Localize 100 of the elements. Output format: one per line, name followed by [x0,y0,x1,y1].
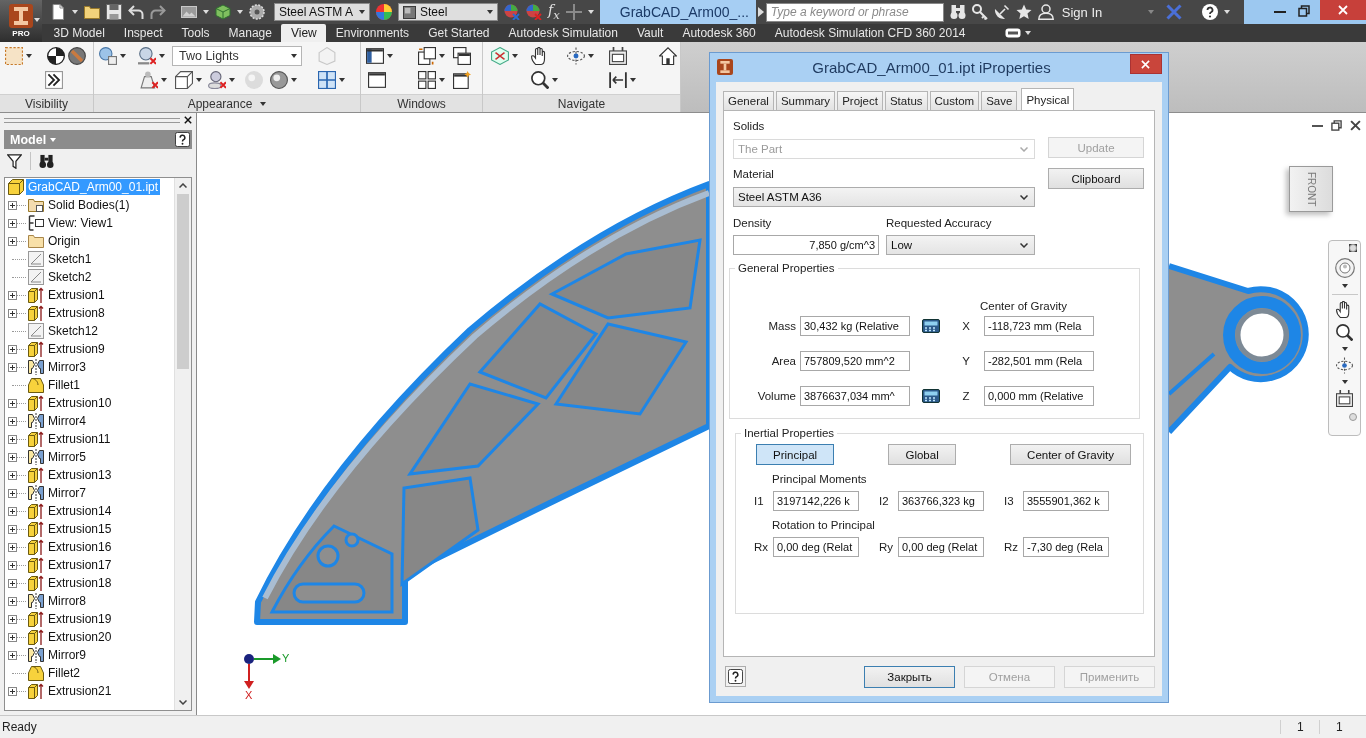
mode-button[interactable]: Principal [756,444,835,465]
document-icon[interactable] [50,4,66,20]
expand-icon[interactable] [8,344,17,354]
cone-cross-icon[interactable] [140,71,158,89]
scrollbar-thumb[interactable] [177,194,189,369]
value-field[interactable]: 30,432 kg (Relative [800,316,910,336]
filter-icon[interactable] [7,153,22,169]
color-ball-icon[interactable] [526,4,542,20]
cascade-windows-icon[interactable] [453,47,471,65]
caret-icon[interactable] [229,78,235,82]
expand-icon[interactable] [8,614,17,624]
ribbon-tab[interactable]: Environments [326,24,419,42]
expand-icon[interactable] [8,416,17,426]
tree-item[interactable]: Extrusion11 [46,431,113,447]
ribbon-tab[interactable]: Vault [627,24,673,42]
capsule-icon[interactable] [1005,28,1022,38]
close-icon[interactable] [184,116,192,124]
caret-icon[interactable] [1025,31,1032,35]
caret-icon[interactable] [439,54,445,58]
caret-icon[interactable] [26,54,32,58]
expand-icon[interactable] [8,200,17,210]
caret-icon[interactable] [339,78,345,82]
person-icon[interactable] [1037,4,1054,20]
accuracy-dropdown[interactable]: Low [886,235,1035,255]
tree-item[interactable]: Sketch1 [46,251,94,267]
tree-item[interactable]: Extrusion20 [46,629,114,645]
lighting-dropdown[interactable]: Two Lights [172,46,302,66]
tree-item[interactable]: Fillet1 [46,377,82,393]
dialog-tab[interactable]: Project [837,91,883,110]
chevron-down-icon[interactable] [179,700,187,705]
caret-icon[interactable] [587,10,594,14]
caret-icon[interactable] [1341,347,1348,351]
tree-item[interactable]: Extrusion15 [46,521,114,537]
color-ball-icon[interactable] [504,4,520,20]
expand-icon[interactable] [8,524,17,534]
expand-icon[interactable] [8,650,17,660]
caret-icon[interactable] [34,18,40,22]
ribbon-tab[interactable]: Get Started [418,24,499,42]
sign-in-button[interactable]: Sign In [1059,4,1105,20]
calculator-icon[interactable] [922,389,940,403]
caret-icon[interactable] [1224,10,1231,14]
caret-icon[interactable] [387,54,393,58]
ribbon-tab[interactable]: 3D Model [44,24,115,42]
tree-item[interactable]: Solid Bodies(1) [46,197,132,213]
binoculars-icon[interactable] [949,4,966,20]
caret-icon[interactable] [1341,284,1348,288]
close-button[interactable] [1320,0,1366,20]
expand-icon[interactable] [8,398,17,408]
double-chevron-icon[interactable] [45,71,63,89]
expand-icon[interactable] [8,686,17,696]
help-icon[interactable] [1202,4,1219,20]
star-icon[interactable] [1015,4,1032,20]
image-icon[interactable] [181,4,197,20]
scrollbar[interactable] [174,178,191,710]
tree-item[interactable]: Extrusion21 [46,683,114,699]
close-icon[interactable] [1350,120,1361,131]
expand-icon[interactable] [8,452,17,462]
caret-icon[interactable] [237,10,243,14]
dialog-button[interactable]: Clipboard [1048,168,1144,189]
ribbon-tab[interactable]: Manage [219,24,282,42]
value-field[interactable]: -282,501 mm (Rela [984,351,1094,371]
calculator-icon[interactable] [922,319,940,333]
key-icon[interactable] [971,4,988,20]
dialog-tab[interactable]: Custom [929,91,980,110]
circle-square-icon[interactable] [99,47,117,65]
tree-item[interactable]: Extrusion13 [46,467,114,483]
density-field[interactable]: 7,850 g/cm^3 [733,235,879,255]
tree-item[interactable]: Origin [46,233,82,249]
tree-item[interactable]: Extrusion1 [46,287,107,303]
screen-icon[interactable] [1336,390,1353,407]
value-field[interactable]: 3197142,226 k [773,491,859,511]
sphere-plate-cross-icon[interactable] [208,71,226,89]
expand-icon[interactable] [8,434,17,444]
tree-item[interactable]: Mirror3 [46,359,88,375]
caret-icon[interactable] [359,10,365,14]
expand-icon[interactable] [8,308,17,318]
caret-icon[interactable] [588,54,594,58]
function-icon[interactable]: f$_{x}$ [548,1,560,23]
redo-icon[interactable] [150,4,166,20]
help-button[interactable] [725,666,746,687]
magnifier-icon[interactable] [1336,324,1353,341]
screen-icon[interactable] [609,47,627,65]
sphere-icon[interactable] [270,71,288,89]
caret-icon[interactable] [291,54,297,58]
expand-icon[interactable] [8,578,17,588]
ribbon-tab[interactable]: Inspect [114,24,173,42]
expand-icon[interactable] [8,596,17,606]
value-field[interactable]: -7,30 deg (Rela [1023,537,1109,557]
slashed-circle-icon[interactable] [68,47,86,65]
tree-item[interactable]: Extrusion18 [46,575,114,591]
search-field[interactable]: Type a keyword or phrase [765,2,944,22]
dialog-tab[interactable]: Status [884,91,928,110]
chevron-down-icon[interactable] [1020,194,1028,200]
dialog-tab[interactable]: General [723,91,774,110]
expand-icon[interactable] [8,218,17,228]
color-wheel-icon[interactable] [376,4,392,20]
dialog-button[interactable]: Закрыть [864,665,955,688]
gear-icon[interactable] [249,4,265,20]
tree-item[interactable]: Extrusion10 [46,395,114,411]
window-sidebar-icon[interactable] [366,47,384,65]
